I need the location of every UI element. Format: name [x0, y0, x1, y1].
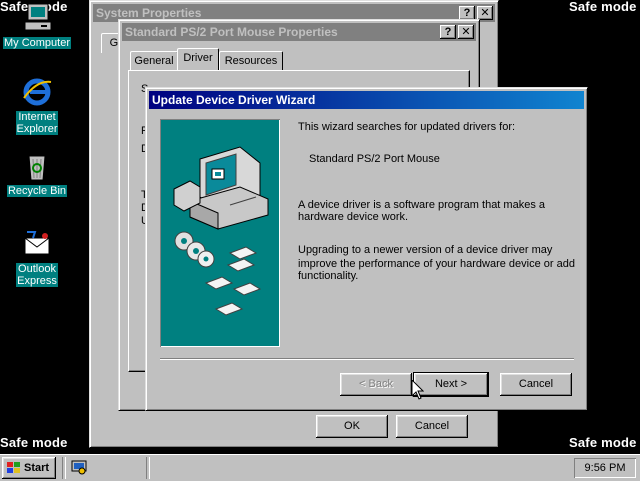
- internet-explorer-icon: [23, 78, 52, 106]
- desktop-icon-label: Recycle Bin: [6, 185, 68, 197]
- taskbar: Start 9:56 PM: [0, 454, 640, 481]
- desktop-icon-recycle-bin[interactable]: Recycle Bin: [2, 150, 72, 197]
- desktop-icon-label: Internet Explorer: [15, 111, 59, 135]
- close-icon: ✕: [480, 7, 490, 19]
- wizard-titlebar: Update Device Driver Wizard: [149, 91, 584, 109]
- ok-button[interactable]: OK: [316, 415, 388, 438]
- button-label: OK: [344, 420, 360, 432]
- desktop-icon-outlook-express[interactable]: Outlook Express: [2, 228, 72, 287]
- cancel-button[interactable]: Cancel: [396, 415, 468, 438]
- mouse-properties-titlebar: Standard PS/2 Port Mouse Properties ? ✕: [122, 23, 476, 41]
- my-computer-icon: [24, 3, 52, 31]
- mouse-pointer-icon: [412, 380, 424, 400]
- tab-general[interactable]: General: [130, 51, 178, 71]
- close-button[interactable]: ✕: [477, 6, 493, 20]
- wizard-para2-line1: Upgrading to a newer version of a device…: [298, 244, 553, 256]
- safe-mode-label-bottom-right: Safe mode: [569, 435, 637, 450]
- wizard-para1-line2: hardware device work.: [298, 211, 409, 223]
- window-title: Update Device Driver Wizard: [152, 93, 316, 107]
- computer-with-disks-icon: [173, 146, 269, 316]
- safe-mode-label-bottom-left: Safe mode: [0, 435, 68, 450]
- wizard-device-name: Standard PS/2 Port Mouse: [309, 153, 440, 165]
- taskbar-separator: [62, 457, 66, 479]
- display-settings-icon: [71, 460, 87, 475]
- windows-logo-icon: [7, 462, 20, 473]
- help-icon: ?: [463, 7, 471, 19]
- button-label: Next >: [434, 378, 468, 390]
- wizard-intro-text: This wizard searches for updated drivers…: [298, 121, 516, 133]
- wizard-divider: [160, 358, 574, 360]
- close-button[interactable]: ✕: [458, 25, 474, 39]
- help-button[interactable]: ?: [440, 25, 456, 39]
- desktop-icon-internet-explorer[interactable]: Internet Explorer: [2, 76, 72, 135]
- next-button[interactable]: Next >: [413, 372, 489, 397]
- outlook-express-icon: [24, 231, 50, 255]
- tab-driver[interactable]: Driver: [177, 48, 219, 70]
- desktop-icon-my-computer[interactable]: My Computer: [2, 2, 72, 49]
- safe-mode-label-top-right: Safe mode: [569, 0, 637, 14]
- taskbar-separator: [146, 457, 150, 479]
- back-button[interactable]: < Back: [340, 373, 412, 396]
- button-label: Cancel: [518, 378, 554, 390]
- cancel-button[interactable]: Cancel: [500, 373, 572, 396]
- tab-label: Resources: [224, 55, 278, 67]
- desktop: Safe mode Safe mode Safe mode Safe mode …: [0, 0, 640, 454]
- button-label: < Back: [359, 378, 393, 390]
- clock[interactable]: 9:56 PM: [585, 462, 626, 474]
- button-label: Cancel: [414, 420, 450, 432]
- recycle-bin-icon: [28, 155, 46, 181]
- tab-resources[interactable]: Resources: [219, 51, 283, 71]
- window-title: Standard PS/2 Port Mouse Properties: [125, 25, 338, 39]
- help-button[interactable]: ?: [459, 6, 475, 20]
- desktop-icon-label: Outlook Express: [16, 263, 58, 287]
- desktop-icon-label: My Computer: [2, 37, 72, 49]
- wizard-para2-line2: improve the performance of your hardware…: [298, 258, 575, 270]
- tab-label: General: [134, 55, 174, 67]
- wizard-para1-line1: A device driver is a software program th…: [298, 199, 545, 211]
- start-label: Start: [24, 462, 50, 474]
- window-title: System Properties: [96, 6, 202, 20]
- tab-label: Driver: [183, 52, 213, 64]
- wizard-para2-line3: functionality.: [298, 270, 359, 282]
- quick-launch-item[interactable]: [70, 459, 90, 477]
- help-icon: ?: [444, 26, 452, 38]
- wizard-illustration: [160, 119, 280, 347]
- start-button[interactable]: Start: [2, 457, 56, 479]
- system-tray: 9:56 PM: [574, 458, 636, 478]
- close-icon: ✕: [461, 26, 471, 38]
